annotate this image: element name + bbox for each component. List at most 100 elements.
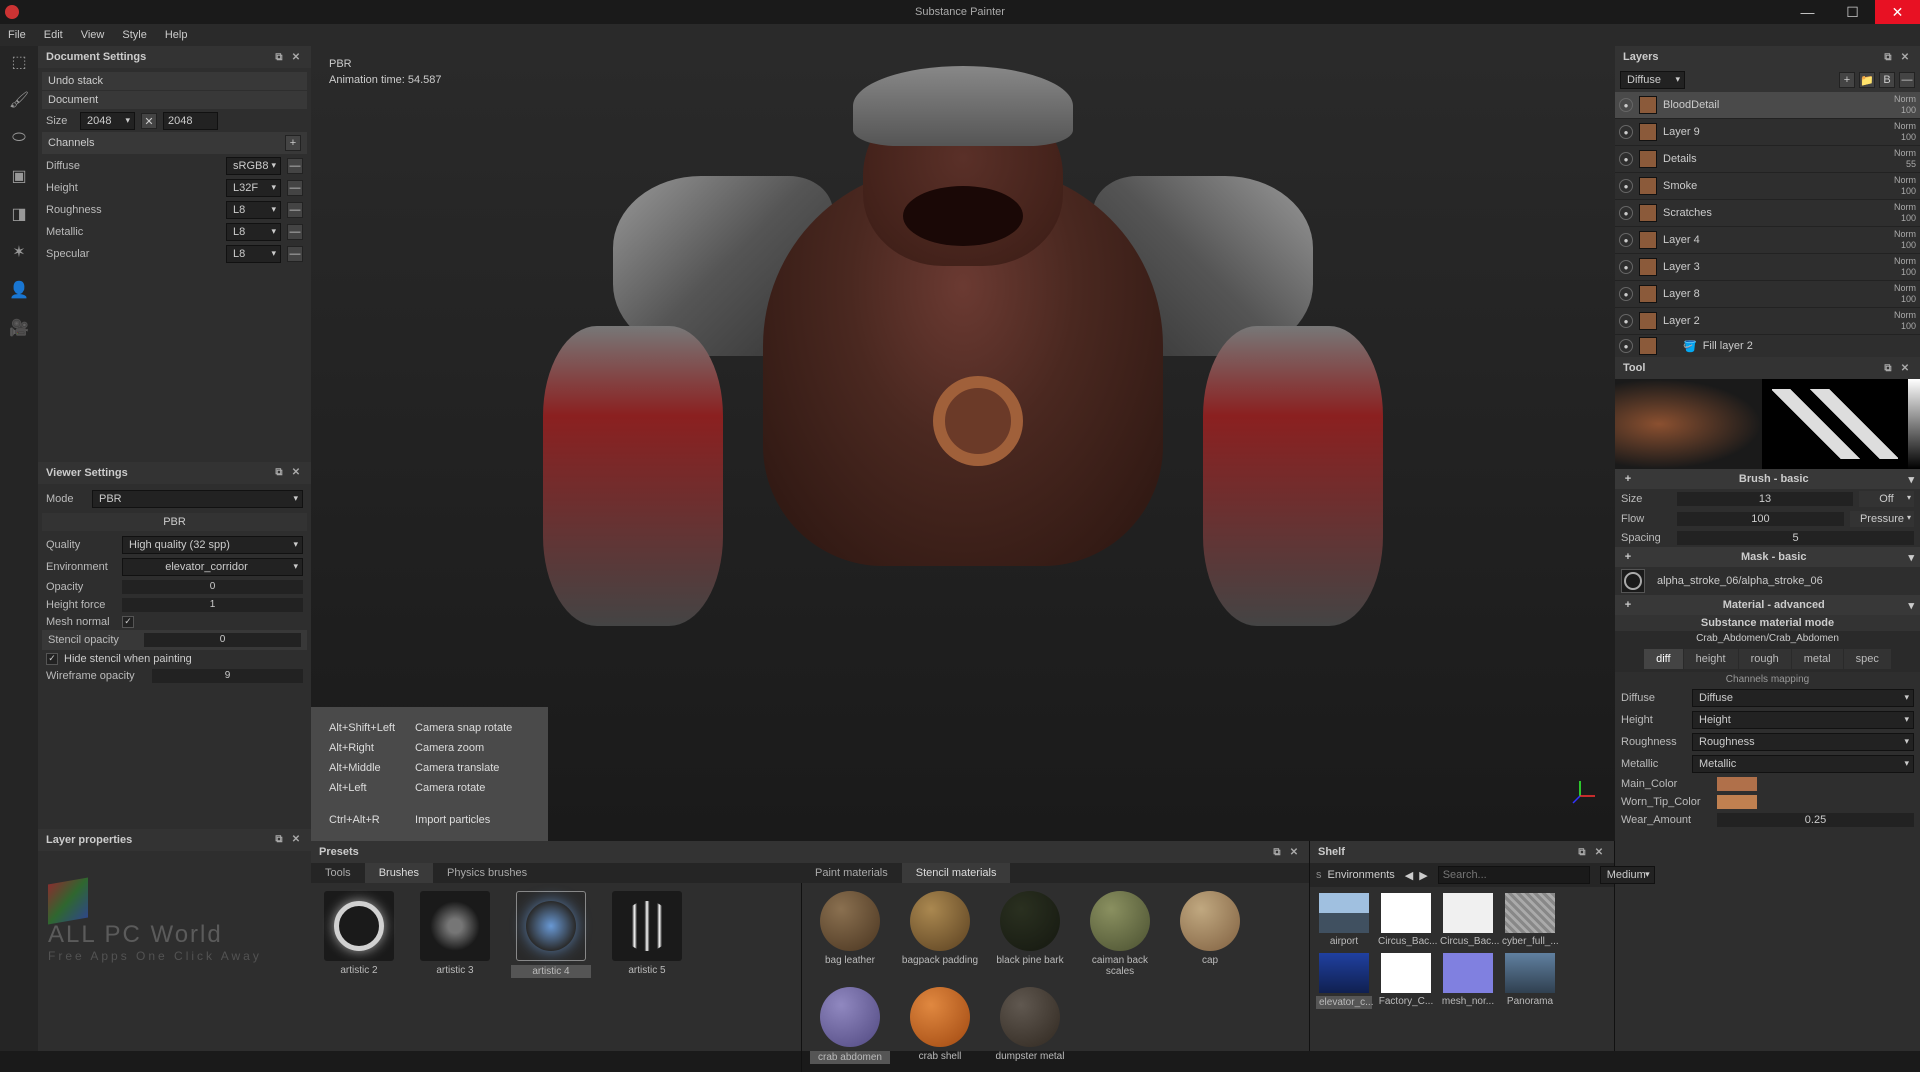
visibility-toggle[interactable]: ● (1619, 233, 1633, 247)
projection-tool-icon[interactable]: ▣ (9, 166, 29, 186)
visibility-toggle[interactable]: ● (1619, 314, 1633, 328)
dropdown-icon[interactable]: ▾ (1908, 473, 1914, 486)
channel-metallic-format[interactable]: L8 (226, 223, 281, 241)
tab-spec[interactable]: spec (1844, 649, 1891, 669)
add-channel-button[interactable]: + (285, 135, 301, 151)
close-panel-icon[interactable]: ✕ (1898, 50, 1912, 64)
preview-zoom-slider[interactable] (1908, 379, 1920, 469)
worn-tip-swatch[interactable] (1717, 795, 1757, 809)
viewport-3d[interactable]: PBR Animation time: 54.587 Alt+Shift+Lef… (311, 46, 1615, 841)
fill-tool-icon[interactable]: ◨ (9, 204, 29, 224)
opacity-slider[interactable]: 0 (122, 580, 303, 594)
environment-preset[interactable]: Factory_C... (1378, 953, 1434, 1009)
visibility-toggle[interactable]: ● (1619, 206, 1633, 220)
tab-height[interactable]: height (1684, 649, 1738, 669)
tab-rough[interactable]: rough (1739, 649, 1791, 669)
brush-flow-slider[interactable]: 100 (1677, 512, 1844, 526)
visibility-toggle[interactable]: ● (1619, 339, 1633, 353)
menu-edit[interactable]: Edit (44, 29, 63, 41)
channel-remove-button[interactable]: — (287, 180, 303, 196)
wireframe-slider[interactable]: 9 (152, 669, 303, 683)
material-tool-icon[interactable]: 👤 (9, 280, 29, 300)
channel-diffuse-format[interactable]: sRGB8 (226, 157, 281, 175)
environment-preset[interactable]: cyber_full_... (1502, 893, 1558, 947)
mask-thumbnail[interactable] (1621, 569, 1645, 593)
stencil-opacity-slider[interactable]: 0 (144, 633, 301, 647)
menu-view[interactable]: View (81, 29, 105, 41)
map-diffuse-select[interactable]: Diffuse (1692, 689, 1914, 707)
channel-specular-format[interactable]: L8 (226, 245, 281, 263)
next-icon[interactable]: ▶ (1419, 869, 1427, 882)
maximize-button[interactable]: ☐ (1830, 0, 1875, 24)
undock-icon[interactable]: ⧉ (1881, 361, 1895, 375)
channel-remove-button[interactable]: — (287, 158, 303, 174)
channel-remove-button[interactable]: — (287, 224, 303, 240)
layer-row[interactable]: ●Layer 3Norm100 (1615, 254, 1920, 281)
channel-remove-button[interactable]: — (287, 202, 303, 218)
dropdown-icon[interactable]: ▾ (1908, 551, 1914, 564)
map-height-select[interactable]: Height (1692, 711, 1914, 729)
visibility-toggle[interactable]: ● (1619, 287, 1633, 301)
mode-select[interactable]: PBR (92, 490, 303, 508)
shelf-search-input[interactable] (1438, 866, 1590, 884)
menu-style[interactable]: Style (122, 29, 146, 41)
undock-icon[interactable]: ⧉ (272, 466, 286, 480)
menu-help[interactable]: Help (165, 29, 188, 41)
layer-row[interactable]: ●Layer 9Norm100 (1615, 119, 1920, 146)
undock-icon[interactable]: ⧉ (272, 833, 286, 847)
material-preset[interactable]: crab abdomen (810, 987, 890, 1064)
tab-brushes[interactable]: Brushes (365, 863, 433, 883)
shelf-tab-environments[interactable]: Environments (1328, 869, 1395, 881)
layer-set-select[interactable]: Diffuse (1620, 71, 1685, 89)
close-panel-icon[interactable]: ✕ (1898, 361, 1912, 375)
env-select[interactable]: elevator_corridor (122, 558, 303, 576)
layer-row[interactable]: ●ScratchesNorm100 (1615, 200, 1920, 227)
minimize-button[interactable]: — (1785, 0, 1830, 24)
layer-row[interactable]: ●SmokeNorm100 (1615, 173, 1920, 200)
material-preset[interactable]: dumpster metal (990, 987, 1070, 1064)
eraser-tool-icon[interactable]: ⬭ (9, 128, 29, 148)
close-panel-icon[interactable]: ✕ (289, 50, 303, 64)
tab-physics-brushes[interactable]: Physics brushes (433, 863, 541, 883)
flow-mode-button[interactable]: Pressure (1850, 511, 1914, 527)
channel-height-format[interactable]: L32F (226, 179, 281, 197)
visibility-toggle[interactable]: ● (1619, 125, 1633, 139)
meshnormal-checkbox[interactable]: ✓ (122, 616, 134, 628)
undock-icon[interactable]: ⧉ (1881, 50, 1895, 64)
expand-icon[interactable]: + (1621, 598, 1635, 612)
tab-metal[interactable]: metal (1792, 649, 1843, 669)
visibility-toggle[interactable]: ● (1619, 98, 1633, 112)
visibility-toggle[interactable]: ● (1619, 179, 1633, 193)
expand-icon[interactable]: + (1621, 550, 1635, 564)
layer-row[interactable]: ●Layer 4Norm100 (1615, 227, 1920, 254)
material-preset[interactable]: bagpack padding (900, 891, 980, 977)
material-preset[interactable]: cap (1170, 891, 1250, 977)
channel-roughness-format[interactable]: L8 (226, 201, 281, 219)
layer-row[interactable]: ●Layer 8Norm100 (1615, 281, 1920, 308)
hide-stencil-checkbox[interactable]: ✓ (46, 653, 58, 665)
size-reset-button[interactable]: ✕ (141, 113, 157, 129)
brush-preset[interactable]: artistic 2 (319, 891, 399, 1064)
tab-diff[interactable]: diff (1644, 649, 1682, 669)
layer-row[interactable]: ●DetailsNorm55 (1615, 146, 1920, 173)
add-layer-button[interactable]: + (1839, 72, 1855, 88)
close-button[interactable]: ✕ (1875, 0, 1920, 24)
material-preset[interactable]: black pine bark (990, 891, 1070, 977)
quality-select[interactable]: High quality (32 spp) (122, 536, 303, 554)
size-mode-button[interactable]: Off (1859, 491, 1914, 507)
dropdown-icon[interactable]: ▾ (1908, 599, 1914, 612)
layer-row[interactable]: ●Layer 2Norm100 (1615, 308, 1920, 335)
environment-preset[interactable]: Circus_Bac... (1440, 893, 1496, 947)
material-preset[interactable]: crab shell (900, 987, 980, 1064)
delete-layer-button[interactable]: — (1899, 72, 1915, 88)
map-roughness-select[interactable]: Roughness (1692, 733, 1914, 751)
environment-preset[interactable]: airport (1316, 893, 1372, 947)
brush-spacing-slider[interactable]: 5 (1677, 531, 1914, 545)
brush-preset[interactable]: artistic 3 (415, 891, 495, 1064)
camera-tool-icon[interactable]: 🎥 (9, 318, 29, 338)
add-fill-button[interactable]: B (1879, 72, 1895, 88)
shelf-size-select[interactable]: Medium (1600, 866, 1655, 884)
material-preset[interactable]: caiman back scales (1080, 891, 1160, 977)
brush-tool-icon[interactable]: 🖌 (9, 90, 29, 110)
brush-size-slider[interactable]: 13 (1677, 492, 1853, 506)
